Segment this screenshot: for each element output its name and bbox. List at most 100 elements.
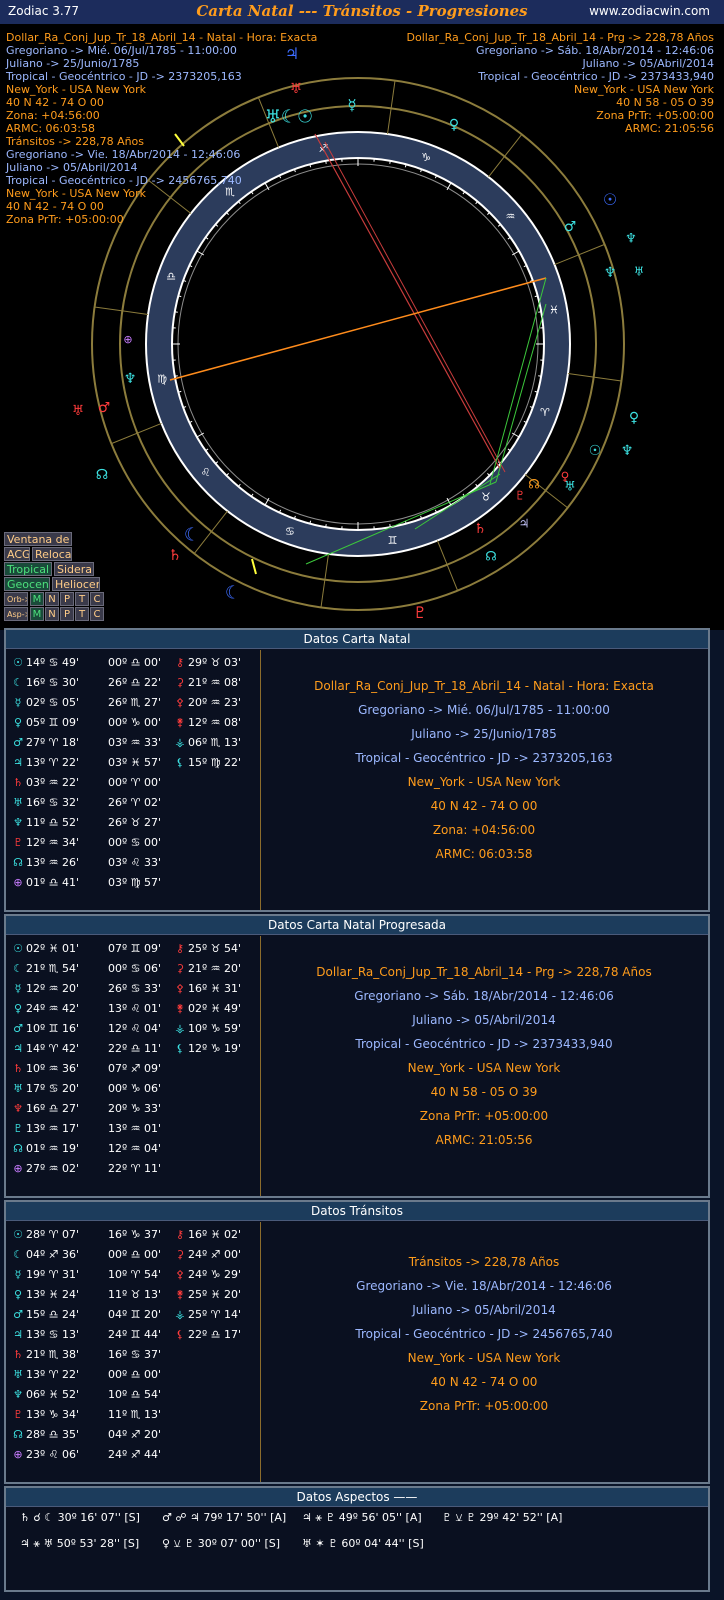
asteroid-glyph-icon: ⚴ — [175, 982, 185, 995]
zodiac-sign-glyph: ♈ — [540, 406, 550, 419]
asp-n-button[interactable]: N — [45, 607, 59, 621]
asteroid-position-value: 21º ♒ 20' — [188, 962, 242, 975]
planet-position-value: 13º ♒ 26' — [26, 856, 80, 869]
asteroid-position-value: 10º ♑ 59' — [188, 1022, 242, 1035]
planet-glyph-icon: ♄ — [13, 776, 23, 789]
header-line: ARMC: 06:03:58 — [6, 122, 95, 135]
house-cusp-value: 22º ♎ 11' — [108, 1042, 162, 1055]
planet-glyph-icon: ♅ — [290, 81, 303, 97]
planet-position-row: ♀ 13º ♓ 24' 11º ♉ 13' ⚵ 25º ♓ 20' — [12, 1288, 252, 1302]
planet-position-value: 17º ♋ 20' — [26, 1082, 80, 1095]
asteroid-position-value: 25º ♓ 20' — [188, 1288, 242, 1301]
asp-c-button[interactable]: C — [90, 607, 104, 621]
planet-glyph-icon: ⊕ — [13, 1448, 23, 1461]
zodiac-sign-glyph: ♎ — [166, 270, 176, 283]
ventana-ciclos-button[interactable]: Ventana de Ciclos — [4, 532, 72, 546]
app-url-link[interactable]: www.zodiacwin.com — [589, 4, 710, 18]
zodiac-sign-glyph: ♓ — [549, 303, 559, 316]
house-cusp-value: 03º ♌ 33' — [108, 856, 162, 869]
aspect-entry: ♀ ⚺ ♇ 30º 07' 00'' [S] — [162, 1537, 281, 1550]
house-cusp-value: 00º ♋ 00' — [108, 836, 162, 849]
house-cusp-value: 04º ♐ 20' — [108, 1428, 162, 1441]
house-cusp-value: 20º ♑ 33' — [108, 1102, 162, 1115]
planet-position-value: 02º ♋ 05' — [26, 696, 80, 709]
planet-position-value: 16º ♋ 30' — [26, 676, 80, 689]
planet-position-value: 27º ♈ 18' — [26, 736, 80, 749]
planet-glyph-icon: ☉ — [589, 443, 602, 459]
planet-position-value: 27º ♒ 02' — [26, 1162, 80, 1175]
planet-glyph-icon: ♇ — [13, 1408, 23, 1421]
orb-p-button[interactable]: P — [60, 592, 74, 606]
planet-glyph-icon: ☊ — [13, 856, 23, 869]
planet-position-value: 02º ♓ 01' — [26, 942, 80, 955]
planet-glyph-icon: ☊ — [96, 467, 108, 483]
tropical-button[interactable]: Tropical — [4, 562, 52, 576]
house-cusp-value: 07º ♊ 09' — [108, 942, 162, 955]
planet-position-row: ☾ 16º ♋ 30' 26º ♎ 22' ⚳ 21º ♒ 08' — [12, 676, 252, 690]
asp-m-button[interactable]: M — [30, 607, 44, 621]
orb-t-button[interactable]: T — [75, 592, 89, 606]
orb-c-button[interactable]: C — [90, 592, 104, 606]
planet-glyph-icon: ☾ — [13, 676, 23, 689]
orb-m-button[interactable]: M — [30, 592, 44, 606]
sideral-button[interactable]: Sideral — [54, 562, 94, 576]
panel-title: Datos Aspectos —— — [6, 1488, 708, 1507]
planet-position-value: 04º ♐ 36' — [26, 1248, 80, 1261]
aspect-entry: ♃ ⚹ ♅ 50º 53' 28'' [S] — [20, 1537, 140, 1550]
degree-tick — [325, 524, 327, 528]
asteroid-glyph-icon: ⚷ — [175, 1228, 185, 1241]
planet-position-value: 14º ♈ 42' — [26, 1042, 80, 1055]
asteroid-glyph-icon: ⚵ — [175, 1002, 185, 1015]
asteroid-glyph-icon: ⚸ — [175, 756, 185, 769]
header-line: Tránsitos -> 228,78 Años — [6, 135, 145, 148]
chart-info-line: Tropical - Geocéntrico - JD -> 2373433,9… — [355, 1037, 613, 1051]
header-line: Zona: +04:56:00 — [6, 109, 100, 122]
chart-info-line: Gregoriano -> Vie. 18/Abr/2014 - 12:46:0… — [356, 1279, 612, 1293]
asteroid-position-value: 21º ♒ 08' — [188, 676, 242, 689]
degree-tick — [389, 524, 391, 528]
progressed-info: Dollar_Ra_Conj_Jup_Tr_18_Abril_14 - Prg … — [262, 960, 706, 1152]
header-line: New_York - USA New York — [6, 83, 146, 96]
transit-info: Tránsitos -> 228,78 Años Gregoriano -> Vi… — [262, 1250, 706, 1418]
asp-p-button[interactable]: P — [60, 607, 74, 621]
chart-info-line: Juliano -> 05/Abril/2014 — [412, 1303, 556, 1317]
planet-position-row: ♅ 13º ♈ 22' 00º ♎ 00' — [12, 1368, 174, 1382]
zodiac-sign-glyph: ♋ — [285, 525, 295, 538]
planet-glyph-icon: ♆ — [13, 1388, 23, 1401]
heliocen-button[interactable]: Heliocen — [52, 577, 100, 591]
progressed-data-panel: Datos Carta Natal Progresada ☉ 02º ♓ 01' 0… — [4, 914, 710, 1198]
progressed-positions: ☉ 02º ♓ 01' 07º ♊ 09' ⚷ 25º ♉ 54' ☾ 21º ♏ 54' 0… — [8, 936, 261, 1196]
planet-position-value: 13º ♒ 17' — [26, 1122, 80, 1135]
house-cusp-value: 03º ♒ 33' — [108, 736, 162, 749]
house-cusp-value: 13º ♒ 01' — [108, 1122, 162, 1135]
asp-t-button[interactable]: T — [75, 607, 89, 621]
acg-button[interactable]: ACG — [4, 547, 30, 561]
asp-label: Asp-> — [4, 607, 28, 621]
house-cusp-value: 10º ♈ 54' — [108, 1268, 162, 1281]
orb-n-button[interactable]: N — [45, 592, 59, 606]
header-line: Tropical - Geocéntrico - JD -> 2373433,9… — [478, 70, 714, 83]
chart-info-line: New_York - USA New York — [407, 1061, 561, 1075]
header-line: Juliano -> 25/Junio/1785 — [6, 57, 140, 70]
zodiac-sign-glyph: ♒ — [506, 210, 516, 223]
relocacion-button[interactable]: Relocación — [32, 547, 72, 561]
degree-tick — [538, 311, 542, 313]
geocen-button[interactable]: Geocen — [4, 577, 50, 591]
planet-position-value: 16º ♋ 32' — [26, 796, 80, 809]
chart-info-line: Tropical - Geocéntrico - JD -> 2373205,1… — [355, 751, 613, 765]
house-cusp-value: 04º ♊ 20' — [108, 1308, 162, 1321]
planet-position-value: 10º ♊ 16' — [26, 1022, 80, 1035]
planet-glyph-icon: ♂ — [13, 1022, 23, 1035]
asc-marker — [174, 133, 185, 147]
planet-glyph-icon: ♀ — [13, 716, 23, 729]
planet-position-value: 01º ♒ 19' — [26, 1142, 80, 1155]
planet-position-value: 24º ♒ 42' — [26, 1002, 80, 1015]
house-cusp-value: 11º ♉ 13' — [108, 1288, 162, 1301]
planet-glyph-icon: ♅ — [72, 403, 85, 419]
asteroid-glyph-icon: ⚶ — [175, 1308, 185, 1321]
header-line: New_York - USA New York — [6, 187, 146, 200]
planet-glyph-icon: ⊕ — [13, 876, 23, 889]
planet-position-row: ☾ 21º ♏ 54' 00º ♋ 06' ⚳ 21º ♒ 20' — [12, 962, 252, 976]
panel-title: Datos Tránsitos — [6, 1202, 708, 1221]
planet-position-row: ☾ 04º ♐ 36' 00º ♎ 00' ⚳ 24º ♐ 00' — [12, 1248, 252, 1262]
